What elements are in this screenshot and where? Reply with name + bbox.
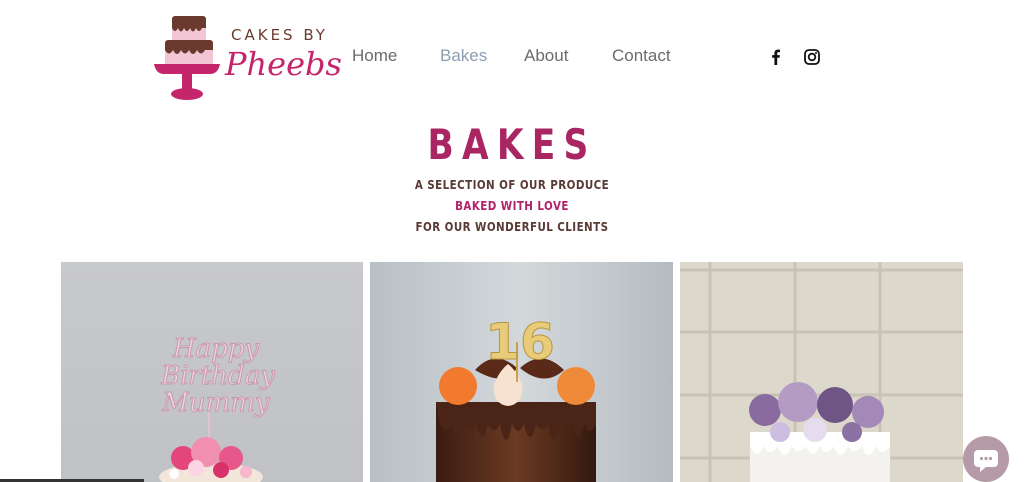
page-title: BAKES (427, 120, 597, 169)
brand-name-script: Pheebs (225, 45, 342, 83)
subtitle-line-3: FOR OUR WONDERFUL CLIENTS (415, 220, 609, 234)
gallery-item-16-cake[interactable]: 16 (370, 262, 673, 482)
subtitle-line-1: A SELECTION OF OUR PRODUCE (414, 178, 610, 192)
nav-about[interactable]: About (524, 46, 568, 66)
chat-button[interactable] (963, 436, 1009, 482)
chat-bubble-icon (974, 450, 998, 472)
brand-name-top: CAKES BY (231, 26, 328, 44)
page: CAKES BY Pheebs Home Bakes About Contact… (0, 0, 1024, 482)
gallery-item-lilac-cake[interactable] (680, 262, 963, 482)
nav-contact[interactable]: Contact (612, 46, 671, 66)
instagram-icon[interactable] (803, 48, 821, 66)
subtitle-line-2: BAKED WITH LOVE (455, 199, 569, 213)
facebook-icon[interactable] (767, 48, 785, 66)
cake-topper-number: 16 (485, 313, 556, 371)
nav-home[interactable]: Home (352, 46, 397, 66)
cake-topper-text: Happy Birthday Mummy (161, 334, 276, 418)
chocolate-cake-image (370, 262, 673, 482)
nav-bakes[interactable]: Bakes (440, 46, 487, 66)
gallery-item-birthday-cake[interactable]: Happy Birthday Mummy (61, 262, 363, 482)
cake-logo-icon (154, 16, 220, 100)
lilac-cake-image (680, 262, 963, 482)
